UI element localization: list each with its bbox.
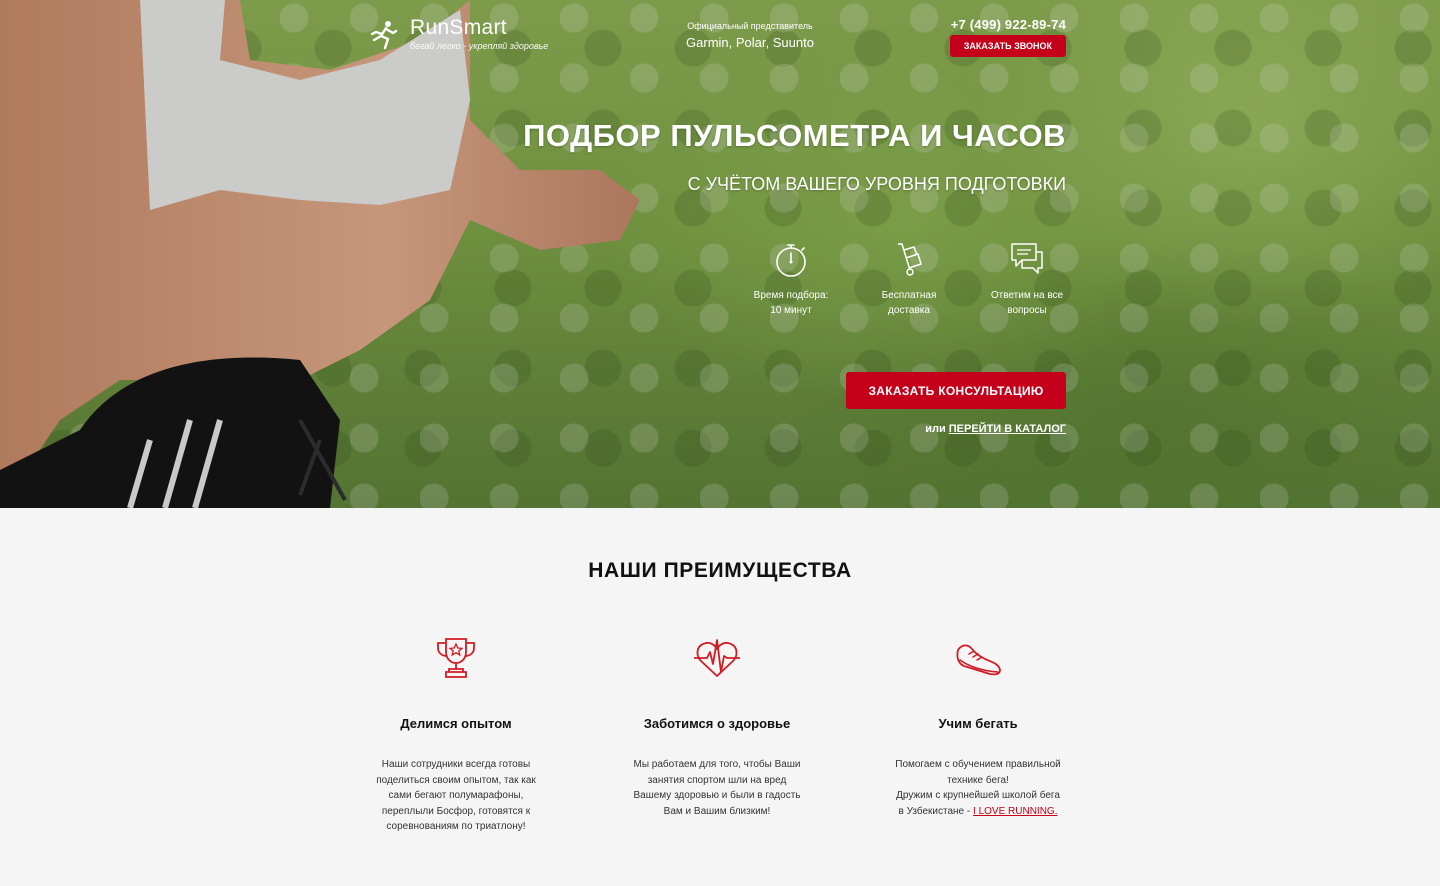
runner-logo-icon: [370, 20, 398, 49]
callback-button[interactable]: ЗАКАЗАТЬ ЗВОНОК: [949, 35, 1066, 57]
catalog-line: или ПЕРЕЙТИ В КАТАЛОГ: [925, 423, 1066, 435]
advantage-description: Наши сотрудники всегда готовы поделиться…: [376, 759, 536, 832]
feature-text-line: 10 минут: [770, 305, 812, 316]
feature-text-line: доставка: [888, 305, 930, 316]
hero-overlay: [0, 0, 1440, 508]
running-shoe-icon: [956, 644, 1001, 676]
stopwatch-icon: [776, 244, 806, 277]
hand-truck-icon: [898, 243, 922, 276]
site-header: RunSmart бегай легко - укрепляй здоровье…: [0, 0, 1440, 70]
hero-heading: ПОДБОР ПУЛЬСОМЕТРА И ЧАСОВ С УЧЁТОМ ВАШЕ…: [523, 118, 1066, 195]
i-love-running-link[interactable]: I LOVE RUNNING.: [973, 806, 1057, 817]
feature-text-line: Ответим на все: [990, 290, 1064, 301]
advantage-item: Делимся опытом Наши сотрудники всегда го…: [366, 634, 546, 835]
advantages-section: НАШИ ПРЕИМУЩЕСТВА Делимся опытом Наши со…: [0, 508, 1440, 886]
official-representative: Официальный представитель Garmin, Polar,…: [680, 21, 820, 50]
phone-number[interactable]: +7 (499) 922-89-74: [950, 17, 1066, 32]
official-label: Официальный представитель: [687, 21, 813, 31]
advantage-title: Учим бегать: [938, 716, 1018, 731]
hero-section: RunSmart бегай легко - укрепляй здоровье…: [0, 0, 1440, 508]
logo-name: RunSmart: [410, 16, 507, 39]
advantage-title: Заботимся о здоровье: [643, 716, 791, 731]
hero-title: ПОДБОР ПУЛЬСОМЕТРА И ЧАСОВ: [523, 118, 1066, 153]
hero-subtitle: С УЧЁТОМ ВАШЕГО УРОВНЯ ПОДГОТОВКИ: [687, 174, 1066, 194]
feature-item: Бесплатная доставка: [854, 240, 964, 318]
logo[interactable]: RunSmart бегай легко - укрепляй здоровье: [368, 16, 549, 51]
advantage-item: Учим бегать Помогаем с обучением правиль…: [888, 634, 1068, 819]
advantage-title: Делимся опытом: [400, 716, 512, 731]
feature-text-line: Время подбора:: [753, 290, 829, 301]
catalog-link[interactable]: ПЕРЕЙТИ В КАТАЛОГ: [949, 423, 1066, 435]
advantage-item: Заботимся о здоровье Мы работаем для тог…: [627, 634, 807, 819]
contact-block: +7 (499) 922-89-74 ЗАКАЗАТЬ ЗВОНОК: [949, 17, 1066, 57]
trophy-icon: [437, 638, 475, 678]
chat-bubbles-icon: [1011, 243, 1043, 274]
order-consultation-button[interactable]: ЗАКАЗАТЬ КОНСУЛЬТАЦИЮ: [846, 372, 1066, 409]
hero-features: Время подбора: 10 минут Бесплатная доста…: [736, 240, 1082, 318]
feature-text-line: вопросы: [1007, 305, 1047, 316]
catalog-prefix: или: [925, 423, 946, 435]
feature-item: Время подбора: 10 минут: [736, 240, 846, 318]
advantage-description: Помогаем с обучением правильной технике …: [895, 759, 1061, 817]
feature-text-line: Бесплатная: [881, 290, 937, 301]
heart-pulse-icon: [694, 639, 740, 677]
advantages-title: НАШИ ПРЕИМУЩЕСТВА: [588, 559, 852, 582]
official-brands: Garmin, Polar, Suunto: [686, 35, 814, 50]
advantage-description: Мы работаем для того, чтобы Ваши занятия…: [633, 759, 801, 817]
feature-item: Ответим на все вопросы: [972, 240, 1082, 318]
logo-tagline: бегай легко - укрепляй здоровье: [410, 41, 549, 51]
